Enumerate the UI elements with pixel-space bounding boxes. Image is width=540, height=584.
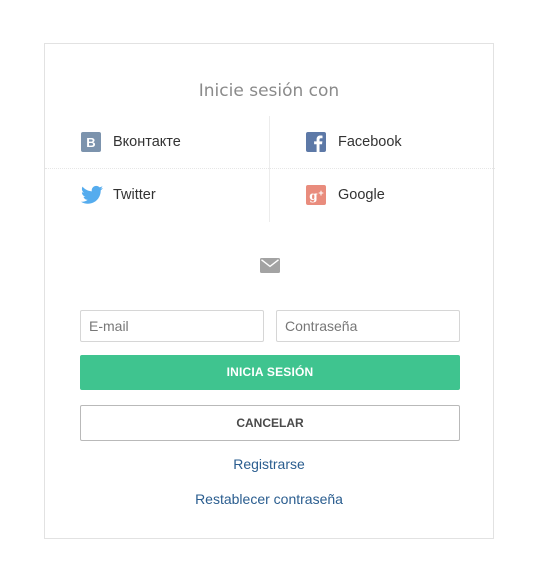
cancel-button[interactable]: CANCELAR bbox=[80, 405, 460, 441]
grid-divider-horizontal bbox=[45, 168, 495, 169]
twitter-icon bbox=[81, 185, 103, 205]
social-label: Вконтакте bbox=[113, 134, 181, 150]
login-button[interactable]: INICIA SESIÓN bbox=[80, 355, 460, 390]
email-input[interactable] bbox=[80, 310, 264, 342]
social-button-vk[interactable]: B Вконтакте bbox=[81, 130, 181, 154]
login-card: Inicie sesión con B Вконтакте Facebook T… bbox=[44, 43, 495, 539]
google-plus-icon: g + bbox=[306, 185, 326, 205]
login-heading: Inicie sesión con bbox=[198, 81, 340, 101]
svg-text:g: g bbox=[309, 189, 318, 203]
svg-text:B: B bbox=[86, 135, 95, 150]
grid-divider-vertical bbox=[269, 116, 270, 222]
facebook-icon bbox=[306, 132, 326, 152]
register-link[interactable]: Registrarse bbox=[45, 456, 493, 472]
social-label: Google bbox=[338, 187, 385, 203]
vk-icon: B bbox=[81, 132, 101, 152]
social-button-google[interactable]: g + Google bbox=[306, 183, 385, 207]
password-input[interactable] bbox=[276, 310, 460, 342]
social-label: Facebook bbox=[338, 134, 402, 150]
social-button-facebook[interactable]: Facebook bbox=[306, 130, 402, 154]
social-button-twitter[interactable]: Twitter bbox=[81, 183, 156, 207]
svg-text:+: + bbox=[318, 188, 323, 198]
reset-password-link[interactable]: Restablecer contraseña bbox=[45, 491, 493, 507]
social-label: Twitter bbox=[113, 187, 156, 203]
envelope-icon bbox=[260, 258, 280, 273]
social-login-grid: B Вконтакте Facebook Twitter g + Google bbox=[45, 116, 495, 222]
